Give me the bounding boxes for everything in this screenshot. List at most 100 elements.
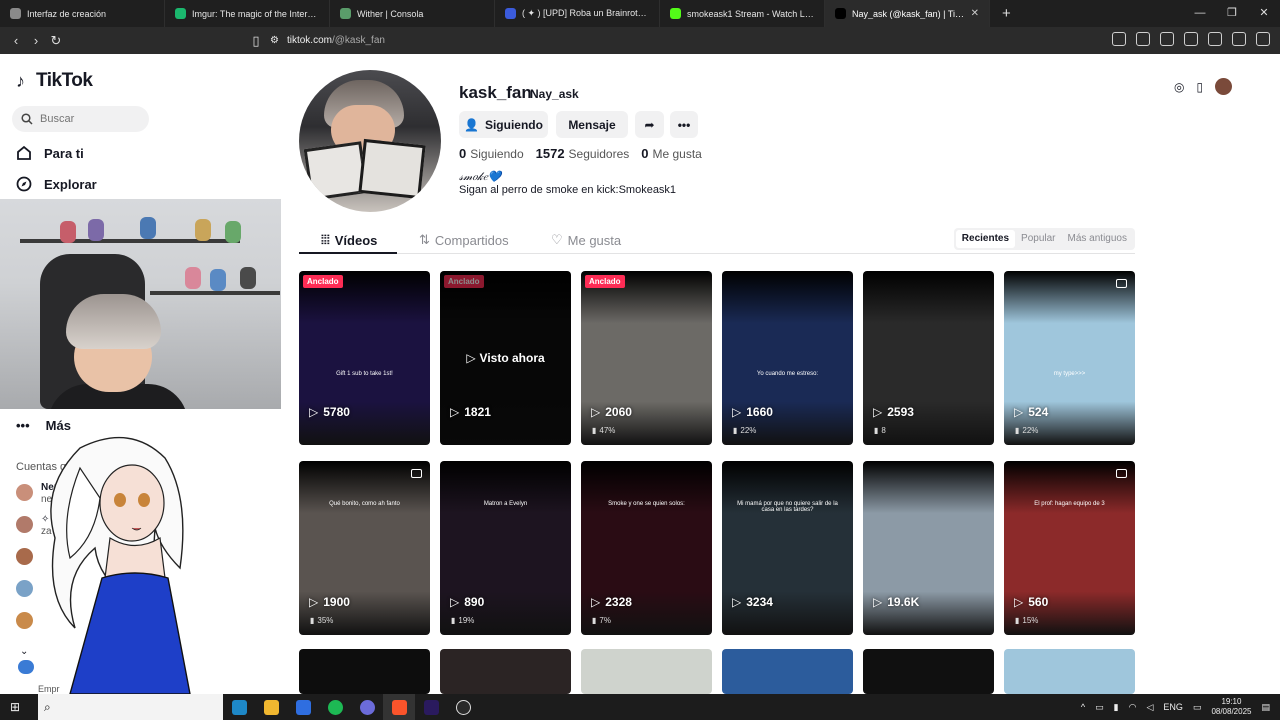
browser-tab[interactable]: Nay_ask (@kask_fan) | TikTok ✕ — [825, 0, 990, 27]
chevron-up-icon[interactable]: ^ — [1081, 702, 1085, 712]
edge-icon[interactable] — [223, 694, 255, 720]
browser-tab[interactable]: Wither | Consola — [330, 0, 495, 27]
more-options-button[interactable]: ••• — [670, 111, 698, 138]
view-count-value: 524 — [1028, 405, 1049, 419]
user-avatar[interactable] — [1215, 78, 1233, 95]
discord-icon[interactable] — [351, 694, 383, 720]
sort-oldest[interactable]: Más antiguos — [1062, 230, 1133, 248]
account-avatar[interactable] — [16, 612, 33, 629]
play-icon: ▷ — [591, 405, 601, 419]
account-avatar[interactable] — [16, 484, 33, 501]
coins-icon[interactable]: ◎ — [1174, 80, 1184, 94]
back-icon[interactable]: ‹ — [6, 33, 26, 48]
video-card[interactable]: Yo cuando me estreso: ▷ 1660 ▮ 22% — [722, 271, 853, 445]
extension-icon[interactable] — [1112, 32, 1126, 46]
video-card[interactable]: Smoke y one se quien solos: ▷ 2328 ▮ 7% — [581, 461, 712, 635]
volume-icon[interactable]: ◁ — [1146, 702, 1153, 713]
sort-popular[interactable]: Popular — [1015, 230, 1061, 248]
browser-tab[interactable]: smokeask1 Stream - Watch Live on K — [660, 0, 825, 27]
extension-icon[interactable] — [1184, 32, 1198, 46]
new-tab-button[interactable]: + — [990, 0, 1023, 27]
wifi-icon[interactable]: ◠ — [1129, 702, 1137, 713]
watched-label: Visto ahora — [479, 351, 545, 365]
minimize-button[interactable]: — — [1184, 0, 1216, 27]
account-avatar[interactable] — [16, 516, 33, 533]
profile-content-tabs: ⦙⦙⦙ Vídeos ⇅ Compartidos ♡ Me gusta Reci… — [299, 226, 1135, 254]
menu-icon[interactable] — [1256, 32, 1270, 46]
tab-liked[interactable]: ♡ Me gusta — [551, 232, 621, 248]
video-card[interactable]: Matron a Evelyn ▷ 890 ▮ 19% — [440, 461, 571, 635]
view-count: ▷ 2593 — [873, 405, 914, 419]
video-card[interactable]: Anclado ▷ Visto ahora ▷ 1821 — [440, 271, 571, 445]
video-card[interactable]: ▷ 2593 ▮ 8 — [863, 271, 994, 445]
view-count: ▷ 3234 — [732, 595, 773, 609]
video-grid-row-3 — [299, 649, 1135, 694]
toggle-icon[interactable] — [18, 660, 34, 674]
close-window-button[interactable]: ✕ — [1248, 0, 1280, 27]
nav-explore[interactable]: Explorar — [16, 176, 97, 192]
reload-icon[interactable]: ↻ — [46, 33, 66, 49]
view-count-value: 890 — [464, 595, 485, 609]
store-icon[interactable] — [287, 694, 319, 720]
profile-avatar[interactable] — [299, 70, 441, 212]
mic-icon[interactable]: ▮ — [1114, 702, 1119, 713]
watch-percent-value: 19% — [458, 616, 475, 625]
following-button-label: Siguiendo — [484, 117, 543, 132]
video-card[interactable]: Anclado ▷ 2060 ▮ 47% — [581, 271, 712, 445]
tiktok-logo[interactable]: ♪ TikTok — [16, 70, 93, 92]
watch-percent-value: 22% — [1022, 426, 1039, 435]
nav-for-you[interactable]: Para ti — [16, 145, 84, 161]
forward-icon[interactable]: › — [26, 33, 46, 48]
site-info-icon[interactable]: ⚙ — [270, 35, 279, 46]
extension-icon[interactable] — [1136, 32, 1150, 46]
battery-icon[interactable]: ▭ — [1193, 702, 1202, 713]
network-icon[interactable]: ▭ — [1095, 702, 1104, 713]
photo-mode-icon — [1116, 469, 1127, 478]
stat-followers[interactable]: 1572 Seguidores — [536, 146, 630, 161]
sort-recent[interactable]: Recientes — [955, 230, 1016, 248]
extension-icon[interactable] — [1208, 32, 1222, 46]
url-field[interactable]: ⚙ tiktok.com/@kask_fan — [270, 30, 990, 51]
video-card[interactable]: El prof: hagan equipo de 3 ▷ 560 ▮ 15% — [1004, 461, 1135, 635]
play-icon: ▷ — [466, 351, 476, 365]
browser-tab[interactable]: Interfaz de creación — [0, 0, 165, 27]
browser-tab-label: Nay_ask (@kask_fan) | TikTok — [852, 8, 965, 19]
taskbar-search[interactable]: ⌕ — [38, 694, 223, 720]
collapse-chevron-icon[interactable]: ⌄ — [20, 646, 28, 657]
search-icon — [21, 113, 33, 125]
account-avatar[interactable] — [16, 548, 33, 565]
tab-reposts[interactable]: ⇅ Compartidos — [419, 232, 509, 248]
search-input[interactable] — [40, 113, 140, 125]
tab-videos[interactable]: ⦙⦙⦙ Vídeos — [321, 232, 377, 248]
video-card[interactable]: my type>>> ▷ 524 ▮ 22% — [1004, 271, 1135, 445]
account-avatar[interactable] — [16, 580, 33, 597]
phone-icon[interactable]: ▯ — [1196, 80, 1203, 94]
obs-icon[interactable] — [447, 694, 479, 720]
premiere-icon[interactable] — [415, 694, 447, 720]
bookmark-icon[interactable]: ▯ — [246, 33, 266, 49]
file-explorer-icon[interactable] — [255, 694, 287, 720]
windows-start-icon[interactable]: ⊞ — [10, 700, 20, 714]
language-indicator[interactable]: ENG — [1163, 702, 1183, 712]
video-card[interactable]: ▷ 19.6K — [863, 461, 994, 635]
browser-tab[interactable]: Imgur: The magic of the Internet — [165, 0, 330, 27]
message-button[interactable]: Mensaje — [556, 111, 628, 138]
share-button[interactable]: ➦ — [635, 111, 664, 138]
video-card[interactable]: Anclado Gift 1 sub to take 1st! ▷ 5780 — [299, 271, 430, 445]
stat-following[interactable]: 0 Siguiendo — [459, 146, 524, 161]
video-card[interactable]: Qué bonito, como ah fanto ▷ 1900 ▮ 35% — [299, 461, 430, 635]
extension-icon[interactable] — [1232, 32, 1246, 46]
search-box[interactable] — [12, 106, 149, 132]
grid-icon: ⦙⦙⦙ — [321, 232, 330, 247]
following-button[interactable]: 👤 Siguiendo — [459, 111, 548, 138]
brave-icon[interactable] — [383, 694, 415, 720]
close-tab-icon[interactable]: ✕ — [971, 8, 979, 19]
maximize-button[interactable]: ❐ — [1216, 0, 1248, 27]
play-icon: ▷ — [732, 595, 742, 609]
browser-tab[interactable]: ( ✦ ) [UPD] Roba un Brainrot - Roblox — [495, 0, 660, 27]
spotify-icon[interactable] — [319, 694, 351, 720]
taskbar-clock[interactable]: 19:10 08/08/2025 — [1211, 697, 1251, 717]
extension-icon[interactable] — [1160, 32, 1174, 46]
video-card[interactable]: Mi mamá por que no quiere salir de la ca… — [722, 461, 853, 635]
notifications-icon[interactable]: ▤ — [1261, 702, 1270, 713]
